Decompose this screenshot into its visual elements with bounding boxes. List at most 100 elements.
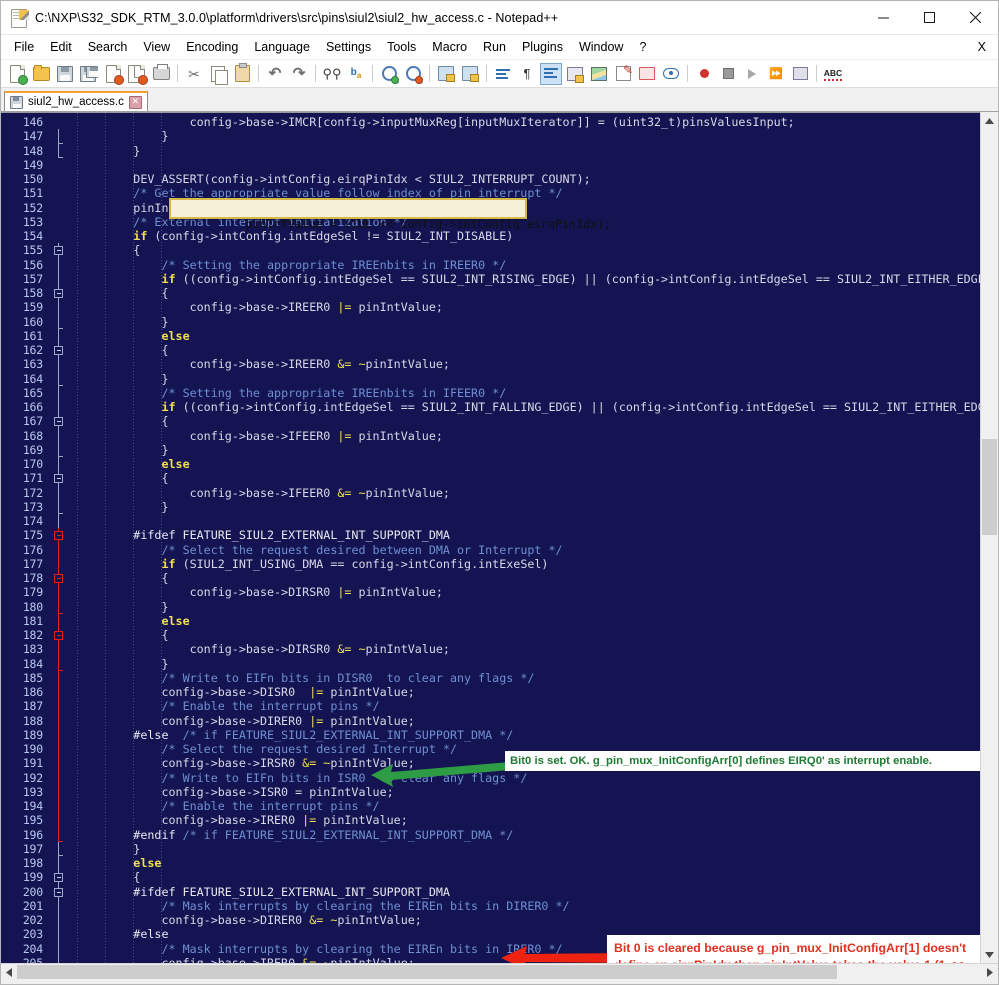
- vertical-scroll-track[interactable]: [981, 129, 998, 947]
- scroll-left-button[interactable]: [1, 964, 17, 980]
- menu-run[interactable]: Run: [475, 37, 514, 58]
- fold-marker[interactable]: [47, 542, 71, 557]
- vertical-scroll-thumb[interactable]: [982, 439, 997, 535]
- vertical-scrollbar[interactable]: [980, 112, 998, 964]
- fold-marker[interactable]: [47, 628, 71, 643]
- find-icon[interactable]: ⚲⚲: [321, 63, 343, 85]
- copy-icon[interactable]: [207, 63, 229, 85]
- fold-marker[interactable]: [47, 414, 71, 429]
- close-file-icon[interactable]: [102, 63, 124, 85]
- fold-marker[interactable]: [47, 371, 71, 387]
- fold-marker[interactable]: [47, 243, 71, 258]
- fold-marker[interactable]: [47, 314, 71, 330]
- zoom-in-icon[interactable]: [378, 63, 400, 85]
- fold-marker[interactable]: [47, 158, 71, 172]
- fold-marker[interactable]: [47, 599, 71, 615]
- fold-marker[interactable]: [47, 357, 71, 372]
- close-all-files-icon[interactable]: [126, 63, 148, 85]
- fold-marker[interactable]: [47, 913, 71, 928]
- fold-marker[interactable]: [47, 201, 71, 215]
- menu-plugins[interactable]: Plugins: [514, 37, 571, 58]
- fold-marker[interactable]: [47, 642, 71, 657]
- fold-marker[interactable]: [47, 343, 71, 358]
- fold-marker[interactable]: [47, 556, 71, 571]
- horizontal-scrollbar[interactable]: [1, 963, 998, 981]
- fold-marker[interactable]: [47, 229, 71, 243]
- fold-marker[interactable]: [47, 713, 71, 728]
- fold-marker[interactable]: [47, 271, 71, 286]
- print-icon[interactable]: [150, 63, 172, 85]
- fold-marker[interactable]: [47, 927, 71, 942]
- fold-marker[interactable]: [47, 727, 71, 742]
- fold-marker[interactable]: [47, 856, 71, 871]
- folder-as-workspace-icon[interactable]: [636, 63, 658, 85]
- fold-marker[interactable]: [47, 613, 71, 628]
- menu-macro[interactable]: Macro: [424, 37, 475, 58]
- spell-check-icon[interactable]: ABC: [822, 63, 844, 85]
- fold-marker[interactable]: [47, 328, 71, 343]
- menu-window[interactable]: Window: [571, 37, 631, 58]
- scroll-up-button[interactable]: [981, 112, 998, 129]
- fold-marker[interactable]: [47, 841, 71, 857]
- stop-recording-icon[interactable]: [717, 63, 739, 85]
- minimize-button[interactable]: [860, 1, 906, 34]
- code-text-area[interactable]: config->base->IMCR[config->inputMuxReg[i…: [71, 113, 980, 964]
- fold-marker[interactable]: [47, 485, 71, 500]
- run-macro-multiple-icon[interactable]: ⏩: [765, 63, 787, 85]
- fold-marker[interactable]: [47, 499, 71, 515]
- menu-language[interactable]: Language: [246, 37, 318, 58]
- monitoring-icon[interactable]: [660, 63, 682, 85]
- new-file-icon[interactable]: [6, 63, 28, 85]
- fold-marker[interactable]: [47, 799, 71, 814]
- fold-marker[interactable]: [47, 428, 71, 443]
- save-macro-icon[interactable]: [789, 63, 811, 85]
- tab-siul2-hw-access-c[interactable]: siul2_hw_access.c ✕: [4, 91, 148, 111]
- fold-marker[interactable]: [47, 528, 71, 543]
- fold-marker[interactable]: [47, 471, 71, 486]
- user-defined-language-icon[interactable]: [564, 63, 586, 85]
- fold-marker[interactable]: [47, 756, 71, 771]
- fold-marker[interactable]: [47, 770, 71, 785]
- fold-marker[interactable]: [47, 129, 71, 144]
- fold-marker[interactable]: [47, 813, 71, 828]
- redo-icon[interactable]: ↷: [288, 63, 310, 85]
- fold-marker[interactable]: [47, 941, 71, 956]
- fold-marker[interactable]: [47, 884, 71, 899]
- fold-marker[interactable]: [47, 286, 71, 301]
- open-file-icon[interactable]: [30, 63, 52, 85]
- save-icon[interactable]: [54, 63, 76, 85]
- undo-icon[interactable]: ↶: [264, 63, 286, 85]
- fold-marker[interactable]: [47, 457, 71, 472]
- fold-margin[interactable]: [47, 113, 71, 964]
- fold-marker[interactable]: [47, 784, 71, 799]
- maximize-button[interactable]: [906, 1, 952, 34]
- paste-icon[interactable]: [231, 63, 253, 85]
- fold-marker[interactable]: [47, 514, 71, 529]
- fold-marker[interactable]: [47, 656, 71, 672]
- fold-marker[interactable]: [47, 670, 71, 685]
- fold-marker[interactable]: [47, 143, 71, 159]
- fold-marker[interactable]: [47, 571, 71, 586]
- cut-icon[interactable]: ✂: [183, 63, 205, 85]
- fold-marker[interactable]: [47, 699, 71, 714]
- menu-settings[interactable]: Settings: [318, 37, 379, 58]
- fold-marker[interactable]: [47, 585, 71, 600]
- menu-encoding[interactable]: Encoding: [178, 37, 246, 58]
- fold-marker[interactable]: [47, 442, 71, 458]
- fold-marker[interactable]: [47, 186, 71, 200]
- word-wrap-icon[interactable]: [492, 63, 514, 85]
- fold-marker[interactable]: [47, 385, 71, 400]
- tab-close-icon[interactable]: ✕: [128, 95, 142, 109]
- zoom-out-icon[interactable]: [402, 63, 424, 85]
- horizontal-scroll-thumb[interactable]: [17, 965, 837, 980]
- fold-marker[interactable]: [47, 898, 71, 913]
- document-map-icon[interactable]: [588, 63, 610, 85]
- menu-tools[interactable]: Tools: [379, 37, 424, 58]
- start-recording-icon[interactable]: [693, 63, 715, 85]
- fold-marker[interactable]: [47, 400, 71, 415]
- show-all-characters-icon[interactable]: ¶: [516, 63, 538, 85]
- menu-edit[interactable]: Edit: [42, 37, 80, 58]
- close-document-button[interactable]: X: [978, 40, 998, 54]
- fold-marker[interactable]: [47, 685, 71, 700]
- horizontal-scroll-track[interactable]: [17, 964, 982, 981]
